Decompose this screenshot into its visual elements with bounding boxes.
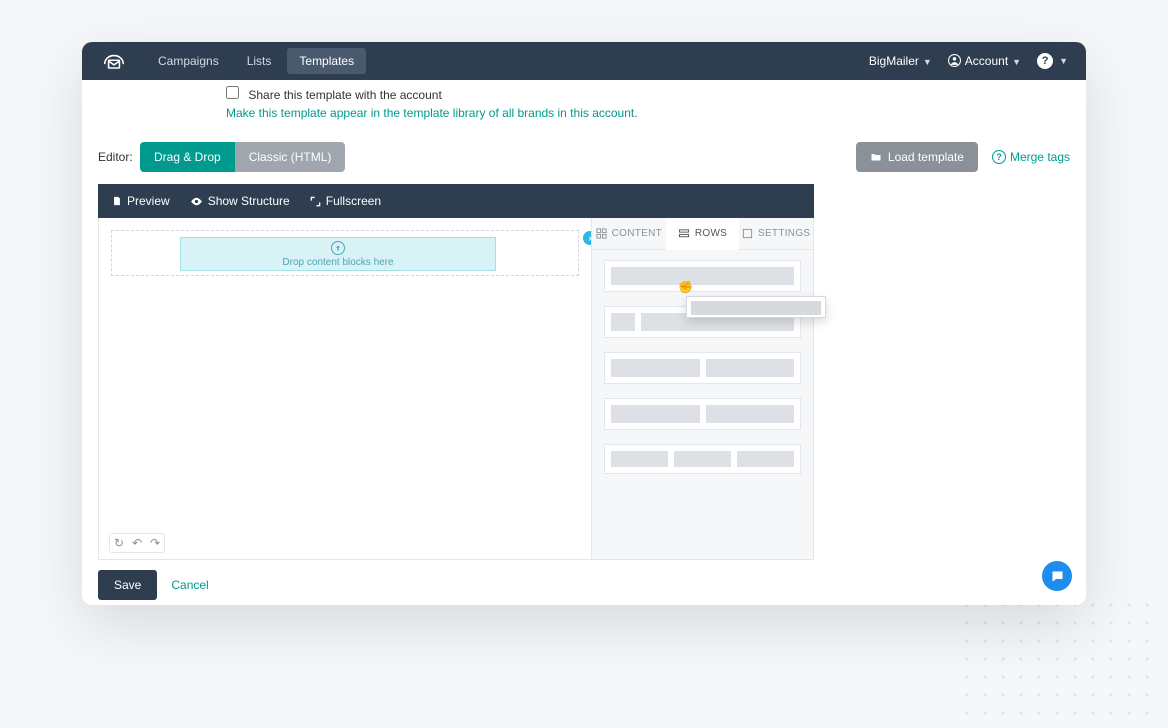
question-circle-icon: ? <box>992 150 1006 164</box>
preview-label: Preview <box>127 194 170 208</box>
brand-logo-icon <box>100 51 128 71</box>
load-template-label: Load template <box>888 150 964 164</box>
editor-type-segment: Drag & Drop Classic (HTML) <box>140 142 345 172</box>
builder-canvas[interactable]: Drop content blocks here ↻ ↶ ↷ <box>99 218 591 559</box>
undo-button[interactable]: ↶ <box>132 536 142 550</box>
account-dropdown-label: Account <box>965 54 1008 68</box>
chat-bubble-icon <box>1050 569 1065 584</box>
tab-rows-label: ROWS <box>695 228 727 239</box>
cancel-link[interactable]: Cancel <box>171 578 208 592</box>
tab-content-label: CONTENT <box>612 228 662 239</box>
share-checkbox-label: Share this template with the account <box>248 88 441 102</box>
rows-template-list <box>592 250 813 484</box>
load-template-button[interactable]: Load template <box>856 142 978 172</box>
share-help-text: Make this template appear in the templat… <box>98 106 1070 120</box>
caret-down-icon: ▼ <box>923 57 932 67</box>
rows-icon <box>678 228 690 239</box>
tab-settings[interactable]: SETTINGS <box>739 218 813 249</box>
fullscreen-button[interactable]: Fullscreen <box>310 194 381 208</box>
preview-button[interactable]: Preview <box>112 194 170 208</box>
canvas-row-frame: Drop content blocks here <box>111 230 579 276</box>
merge-tags-label: Merge tags <box>1010 150 1070 164</box>
upload-circle-icon <box>331 241 345 255</box>
account-dropdown[interactable]: Account ▼ <box>948 54 1021 68</box>
eye-icon <box>190 195 203 208</box>
row-template-1col[interactable] <box>604 260 801 292</box>
show-structure-label: Show Structure <box>208 194 290 208</box>
dropzone-label: Drop content blocks here <box>282 257 393 268</box>
editor-label: Editor: <box>98 150 128 164</box>
grab-cursor-icon: ✊ <box>678 280 693 294</box>
tab-settings-label: SETTINGS <box>758 228 810 239</box>
dropzone[interactable]: Drop content blocks here <box>180 237 496 271</box>
row-template-3col[interactable] <box>604 444 801 474</box>
expand-icon <box>310 196 321 207</box>
save-button[interactable]: Save <box>98 570 157 600</box>
share-checkbox-row: Share this template with the account <box>98 86 1070 102</box>
row-template-2col[interactable] <box>604 352 801 384</box>
grid-icon <box>596 228 607 239</box>
builder-panel: Preview Show Structure Fullscreen <box>98 184 814 560</box>
decorative-dots <box>958 596 1158 716</box>
editor-dragdrop-button[interactable]: Drag & Drop <box>140 142 235 172</box>
chat-fab[interactable] <box>1042 561 1072 591</box>
nav-templates[interactable]: Templates <box>287 48 366 74</box>
nav-lists[interactable]: Lists <box>235 48 284 74</box>
redo-button[interactable]: ↷ <box>150 536 160 550</box>
nav-campaigns[interactable]: Campaigns <box>146 48 231 74</box>
fullscreen-label: Fullscreen <box>326 194 381 208</box>
help-icon: ? <box>1037 53 1053 69</box>
top-navbar: Campaigns Lists Templates BigMailer ▼ Acc… <box>82 42 1086 80</box>
caret-down-icon: ▼ <box>1012 57 1021 67</box>
merge-tags-link[interactable]: ? Merge tags <box>992 150 1070 164</box>
square-icon <box>742 228 753 239</box>
dragging-row-ghost <box>686 296 826 318</box>
show-structure-button[interactable]: Show Structure <box>190 194 290 208</box>
user-circle-icon <box>948 54 961 67</box>
history-reset-button[interactable]: ↻ <box>114 536 124 550</box>
app-window: Campaigns Lists Templates BigMailer ▼ Acc… <box>82 42 1086 605</box>
folder-icon <box>870 151 882 163</box>
brand-dropdown[interactable]: BigMailer ▼ <box>869 54 932 68</box>
row-template-2col-wide[interactable] <box>604 398 801 430</box>
tab-rows[interactable]: ROWS <box>666 218 740 250</box>
history-bar: ↻ ↶ ↷ <box>109 533 165 553</box>
tab-content[interactable]: CONTENT <box>592 218 666 249</box>
help-dropdown[interactable]: ?▼ <box>1037 53 1068 69</box>
file-icon <box>112 195 122 207</box>
builder-toolbar: Preview Show Structure Fullscreen <box>98 184 814 218</box>
brand-dropdown-label: BigMailer <box>869 54 919 68</box>
builder-side-panel: CONTENT ROWS SETTINGS <box>591 218 813 559</box>
caret-down-icon: ▼ <box>1059 56 1068 66</box>
editor-classic-button[interactable]: Classic (HTML) <box>235 142 346 172</box>
share-checkbox[interactable] <box>226 86 239 99</box>
